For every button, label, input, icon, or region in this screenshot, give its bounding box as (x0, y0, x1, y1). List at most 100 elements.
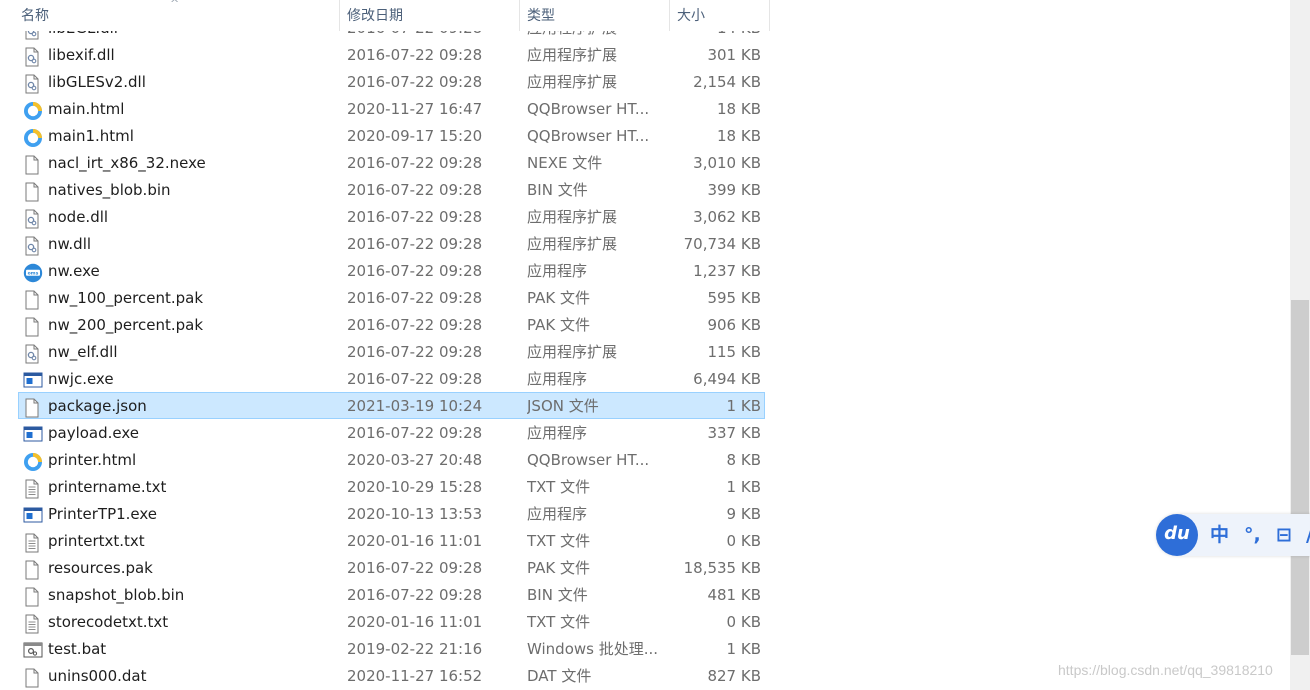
file-type: NEXE 文件 (527, 154, 603, 172)
file-date-modified: 2016-07-22 09:28 (347, 154, 483, 172)
file-row[interactable]: nw_elf.dll 2016-07-22 09:28 应用程序扩展 115 KB (18, 338, 765, 365)
file-name: snapshot_blob.bin (48, 586, 185, 604)
file-size: 399 KB (707, 181, 761, 199)
file-date-modified: 2020-11-27 16:52 (347, 667, 483, 685)
file-icon (23, 317, 43, 337)
file-size: 595 KB (707, 289, 761, 307)
file-date-modified: 2020-10-13 13:53 (347, 505, 483, 523)
ime-more-icon[interactable]: / (1306, 521, 1310, 549)
file-type: PAK 文件 (527, 559, 590, 577)
file-name: resources.pak (48, 559, 153, 577)
file-date-modified: 2016-07-22 09:28 (347, 559, 483, 577)
file-size: 827 KB (707, 667, 761, 685)
file-row[interactable]: package.json 2021-03-19 10:24 JSON 文件 1 KB (18, 392, 765, 419)
file-icon (23, 398, 43, 418)
file-type: Windows 批处理... (527, 640, 659, 658)
text-file-icon (23, 533, 43, 553)
file-type: QQBrowser HT... (527, 127, 650, 145)
file-size: 18 KB (717, 127, 761, 145)
column-header-size[interactable]: 大小 (670, 0, 770, 31)
file-type: TXT 文件 (527, 532, 591, 550)
file-row[interactable]: nw_100_percent.pak 2016-07-22 09:28 PAK 文件… (18, 284, 765, 311)
text-file-icon (23, 479, 43, 499)
file-row[interactable]: node.dll 2016-07-22 09:28 应用程序扩展 3,062 KB (18, 203, 765, 230)
file-icon (23, 668, 43, 688)
dll-icon (23, 344, 43, 364)
file-type: 应用程序扩展 (527, 208, 618, 226)
file-name: main.html (48, 100, 125, 118)
file-name: payload.exe (48, 424, 140, 442)
file-size: 70,734 KB (683, 235, 761, 253)
ime-toolbox-icon[interactable]: ⊟ (1276, 521, 1292, 549)
file-size: 481 KB (707, 586, 761, 604)
file-row[interactable]: resources.pak 2016-07-22 09:28 PAK 文件 18,53… (18, 554, 765, 581)
file-name: nw.dll (48, 235, 92, 253)
file-date-modified: 2016-07-22 09:28 (347, 73, 483, 91)
file-name: storecodetxt.txt (48, 613, 169, 631)
file-date-modified: 2016-07-22 09:28 (347, 316, 483, 334)
file-row[interactable]: payload.exe 2016-07-22 09:28 应用程序 337 KB (18, 419, 765, 446)
file-type: PAK 文件 (527, 316, 590, 334)
file-row[interactable]: storecodetxt.txt 2020-01-16 11:01 TXT 文件 0 … (18, 608, 765, 635)
file-type: JSON 文件 (527, 397, 599, 415)
file-name: unins000.dat (48, 667, 147, 685)
nwjs-app-icon: oms (23, 263, 43, 283)
file-type: QQBrowser HT... (527, 451, 650, 469)
file-row[interactable]: libGLESv2.dll 2016-07-22 09:28 应用程序扩展 2,154… (18, 68, 765, 95)
file-size: 1,237 KB (693, 262, 761, 280)
file-name: printername.txt (48, 478, 167, 496)
file-name: natives_blob.bin (48, 181, 171, 199)
file-row[interactable]: snapshot_blob.bin 2016-07-22 09:28 BIN 文件 4… (18, 581, 765, 608)
file-row[interactable]: PrinterTP1.exe 2020-10-13 13:53 应用程序 9 KB (18, 500, 765, 527)
file-row[interactable]: oms nw.exe 2016-07-22 09:28 应用程序 1,237 KB (18, 257, 765, 284)
file-size: 3,010 KB (693, 154, 761, 172)
vertical-scrollbar-thumb[interactable] (1291, 300, 1309, 655)
file-size: 6,494 KB (693, 370, 761, 388)
file-date-modified: 2016-07-22 09:28 (347, 289, 483, 307)
file-size: 0 KB (726, 613, 761, 631)
file-size: 1 KB (726, 397, 761, 415)
file-row[interactable]: nw_200_percent.pak 2016-07-22 09:28 PAK 文件… (18, 311, 765, 338)
exe-icon (23, 371, 43, 391)
file-date-modified: 2016-07-22 09:28 (347, 235, 483, 253)
file-date-modified: 2016-07-22 09:28 (347, 343, 483, 361)
file-row[interactable]: printer.html 2020-03-27 20:48 QQBrowser HT… (18, 446, 765, 473)
baidu-ime-logo[interactable]: du (1156, 514, 1198, 556)
file-row[interactable]: natives_blob.bin 2016-07-22 09:28 BIN 文件 39… (18, 176, 765, 203)
file-row[interactable]: nw.dll 2016-07-22 09:28 应用程序扩展 70,734 KB (18, 230, 765, 257)
file-row[interactable]: main1.html 2020-09-17 15:20 QQBrowser HT..… (18, 122, 765, 149)
ime-punctuation-toggle[interactable]: °, (1244, 521, 1261, 549)
file-name: nw_200_percent.pak (48, 316, 204, 334)
exe-icon (23, 425, 43, 445)
column-header-date-modified[interactable]: 修改日期 (340, 0, 520, 31)
file-row[interactable]: unins000.dat 2020-11-27 16:52 DAT 文件 827 KB (18, 662, 765, 689)
file-type: QQBrowser HT... (527, 100, 650, 118)
exe-icon (23, 506, 43, 526)
file-row[interactable]: test.bat 2019-02-22 21:16 Windows 批处理... 1 … (18, 635, 765, 662)
file-name: PrinterTP1.exe (48, 505, 158, 523)
file-size: 0 KB (726, 532, 761, 550)
file-date-modified: 2020-10-29 15:28 (347, 478, 483, 496)
dll-icon (23, 209, 43, 229)
qqbrowser-icon (23, 452, 43, 472)
text-file-icon (23, 614, 43, 634)
file-type: PAK 文件 (527, 289, 590, 307)
column-header-bar: ^ 名称 修改日期 类型 大小 (0, 0, 770, 31)
file-row[interactable]: libexif.dll 2016-07-22 09:28 应用程序扩展 301 KB (18, 41, 765, 68)
column-header-type[interactable]: 类型 (520, 0, 670, 31)
file-name: nacl_irt_x86_32.nexe (48, 154, 206, 172)
file-type: 应用程序 (527, 262, 588, 280)
column-header-name[interactable]: 名称 (14, 0, 340, 31)
ime-chinese-mode-toggle[interactable]: 中 (1210, 521, 1229, 549)
file-icon (23, 182, 43, 202)
file-name: test.bat (48, 640, 107, 658)
file-row[interactable]: printername.txt 2020-10-29 15:28 TXT 文件 1 K… (18, 473, 765, 500)
file-type: 应用程序扩展 (527, 46, 618, 64)
file-date-modified: 2016-07-22 09:28 (347, 262, 483, 280)
file-row[interactable]: printertxt.txt 2020-01-16 11:01 TXT 文件 0 KB (18, 527, 765, 554)
file-row[interactable]: main.html 2020-11-27 16:47 QQBrowser HT...… (18, 95, 765, 122)
file-name: main1.html (48, 127, 134, 145)
dll-icon (23, 236, 43, 256)
file-row[interactable]: nwjc.exe 2016-07-22 09:28 应用程序 6,494 KB (18, 365, 765, 392)
file-row[interactable]: nacl_irt_x86_32.nexe 2016-07-22 09:28 NEXE… (18, 149, 765, 176)
